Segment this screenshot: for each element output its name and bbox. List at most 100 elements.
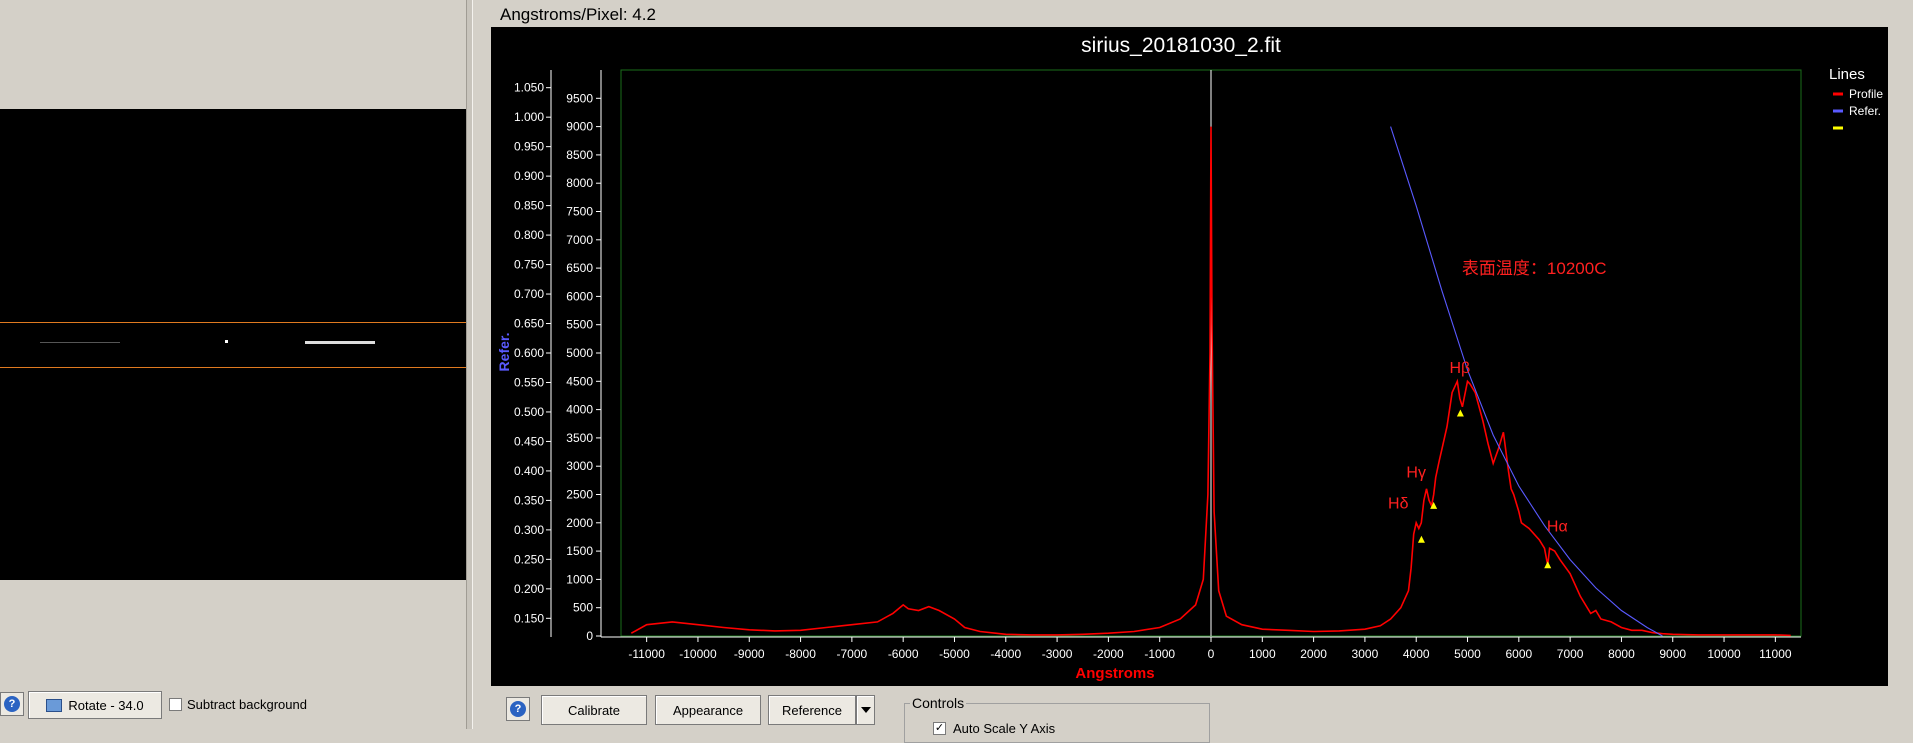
annotation-1: Hβ <box>1449 360 1470 377</box>
help-button-left[interactable]: ? <box>0 692 24 716</box>
reference-dropdown-button[interactable] <box>856 695 875 725</box>
x-tick-label-3: -8000 <box>785 647 816 661</box>
series-refer <box>1390 126 1663 637</box>
x-tick-label-6: -5000 <box>939 647 970 661</box>
y-left-tick-label-18: 9000 <box>566 120 593 134</box>
subtract-background-checkbox[interactable] <box>169 698 182 711</box>
reference-button-label: Reference <box>782 702 842 718</box>
y-left-tick-label-6: 3000 <box>566 459 593 473</box>
y-ref-tick-label-11: 0.700 <box>514 287 544 301</box>
annotation-layer: 表面温度：10200C Hβ Hγ Hδ Hα <box>1388 259 1606 536</box>
x-tick-label-17: 6000 <box>1505 647 1532 661</box>
y-ref-tick-label-8: 0.550 <box>514 375 544 389</box>
y-left-tick-label-13: 6500 <box>566 261 593 275</box>
x-tick-label-1: -10000 <box>679 647 717 661</box>
x-tick-label-12: 1000 <box>1249 647 1276 661</box>
y-ref-tick-label-15: 0.900 <box>514 169 544 183</box>
controls-group-label: Controls <box>910 695 967 711</box>
y-left-tick-label-4: 2000 <box>566 516 593 530</box>
y-left-tick-label-14: 7000 <box>566 233 593 247</box>
annotation-4: Hα <box>1547 518 1568 535</box>
line-marker-3 <box>1544 561 1552 569</box>
x-tick-label-2: -9000 <box>734 647 765 661</box>
y-left-tick-label-12: 6000 <box>566 289 593 303</box>
y-left-tick-label-15: 7500 <box>566 205 593 219</box>
y-left-tick-label-9: 4500 <box>566 374 593 388</box>
y-left-tick-label-10: 5000 <box>566 346 593 360</box>
spectrum-image-view[interactable] <box>0 109 466 580</box>
crop-line-bottom[interactable] <box>0 367 466 368</box>
x-tick-label-9: -2000 <box>1093 647 1124 661</box>
x-tick-label-0: -11000 <box>628 647 665 661</box>
x-tick-label-20: 9000 <box>1659 647 1686 661</box>
y-ref-tick-label-9: 0.600 <box>514 346 544 360</box>
x-tick-label-19: 8000 <box>1608 647 1635 661</box>
y-ref-tick-label-14: 0.850 <box>514 199 544 213</box>
marker-layer <box>1417 409 1552 569</box>
y-ref-tick-label-17: 1.000 <box>514 110 544 124</box>
y-ref-tick-label-4: 0.350 <box>514 493 544 507</box>
subtract-background-label: Subtract background <box>187 697 307 712</box>
y-ref-tick-label-18: 1.050 <box>514 81 544 95</box>
y-left-tick-label-2: 1000 <box>566 572 593 586</box>
y-left-tick-label-7: 3500 <box>566 431 593 445</box>
y-ref-tick-label-7: 0.500 <box>514 405 544 419</box>
reference-button[interactable]: Reference <box>768 695 856 725</box>
x-axis-label: Angstroms <box>1075 665 1154 682</box>
help-icon: ? <box>510 701 526 717</box>
y-ref-tick-label-5: 0.400 <box>514 464 544 478</box>
x-tick-label-11: 0 <box>1208 647 1215 661</box>
monitor-icon <box>46 698 63 712</box>
spectrum-chart: sirius_20181030_2.fit -11000 -10000 -9000-… <box>496 34 1883 682</box>
x-tick-label-4: -7000 <box>837 647 868 661</box>
spectrum-plot[interactable]: sirius_20181030_2.fit -11000 -10000 -9000-… <box>491 27 1888 686</box>
y-left-tick-label-19: 9500 <box>566 91 593 105</box>
image-panel: ? Rotate - 34.0 Subtract background <box>0 0 466 729</box>
x-tick-label-13: 2000 <box>1300 647 1327 661</box>
annotation-2: Hγ <box>1406 465 1426 482</box>
y-left-tick-label-8: 4000 <box>566 403 593 417</box>
y-ref-tick-label-10: 0.650 <box>514 317 544 331</box>
axes: -11000 -10000 -9000 -8000 -7000 -6000 -5000 -40… <box>514 70 1801 661</box>
y-left-tick-label-11: 5500 <box>566 318 593 332</box>
y-ref-tick-label-12: 0.750 <box>514 258 544 272</box>
y-ref-tick-label-16: 0.950 <box>514 140 544 154</box>
x-tick-label-8: -3000 <box>1042 647 1073 661</box>
x-tick-label-22: 11000 <box>1759 647 1792 661</box>
y-left-tick-label-16: 8000 <box>566 176 593 190</box>
x-tick-label-21: 10000 <box>1707 647 1741 661</box>
appearance-button[interactable]: Appearance <box>655 695 761 725</box>
help-button[interactable]: ? <box>506 697 530 721</box>
legend: Lines Profile Refer. <box>1829 66 1883 130</box>
y-left-tick-label-5: 2500 <box>566 488 593 502</box>
y-ref-tick-label-0: 0.150 <box>514 611 544 625</box>
calibrate-button[interactable]: Calibrate <box>541 695 647 725</box>
star-zero-order <box>225 340 228 343</box>
legend-label-0: Profile <box>1849 87 1883 101</box>
appearance-button-label: Appearance <box>672 702 744 718</box>
annotation-0: 表面温度：10200C <box>1462 259 1607 278</box>
x-tick-label-16: 5000 <box>1454 647 1481 661</box>
y-ref-tick-label-1: 0.200 <box>514 582 544 596</box>
y-ref-tick-label-6: 0.450 <box>514 434 544 448</box>
crop-line-top[interactable] <box>0 322 466 323</box>
rotate-button[interactable]: Rotate - 34.0 <box>28 691 162 719</box>
x-tick-label-10: -1000 <box>1144 647 1175 661</box>
legend-title: Lines <box>1829 66 1865 83</box>
x-tick-label-7: -4000 <box>990 647 1021 661</box>
pane-splitter[interactable] <box>466 0 473 729</box>
legend-label-1: Refer. <box>1849 104 1881 118</box>
x-tick-label-18: 7000 <box>1557 647 1584 661</box>
x-tick-label-5: -6000 <box>888 647 919 661</box>
x-tick-label-15: 4000 <box>1403 647 1430 661</box>
y-left-tick-label-17: 8500 <box>566 148 593 162</box>
y-ref-tick-label-3: 0.300 <box>514 523 544 537</box>
chevron-down-icon <box>860 707 871 713</box>
rotate-button-label: Rotate - 34.0 <box>68 697 144 713</box>
annotation-3: Hδ <box>1388 496 1409 513</box>
y-left-tick-label-1: 500 <box>573 601 593 615</box>
y-left-tick-label-0: 0 <box>586 629 593 643</box>
line-marker-2 <box>1456 409 1464 417</box>
line-marker-0 <box>1417 535 1425 543</box>
y-ref-tick-label-2: 0.250 <box>514 552 544 566</box>
